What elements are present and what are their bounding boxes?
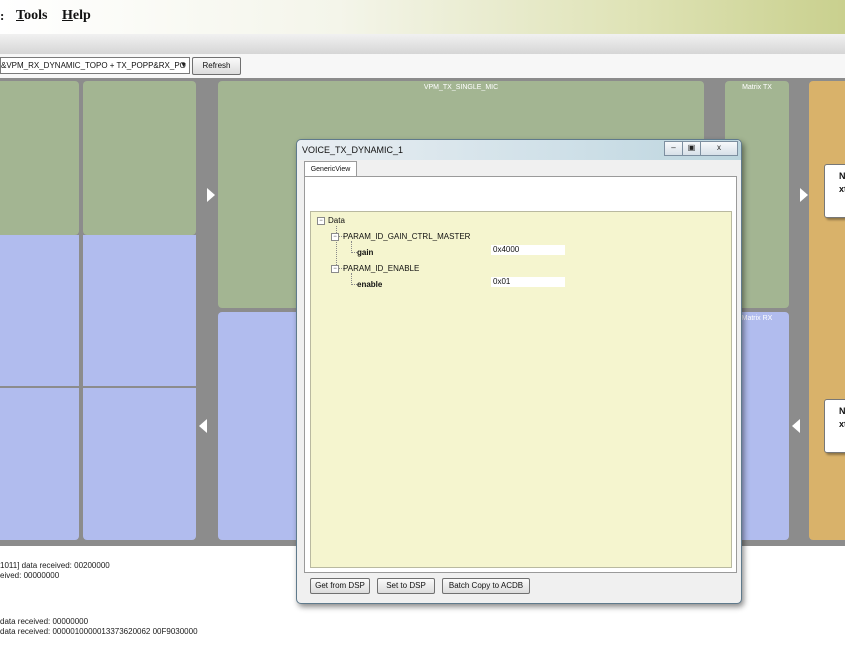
module-block-blue-3[interactable] bbox=[83, 235, 196, 386]
log-output: 1011] data received: 00200000 eived: 000… bbox=[0, 548, 300, 653]
tree-leaf-enable[interactable]: enable bbox=[357, 280, 382, 289]
log-line: eived: 00000000 bbox=[0, 571, 60, 580]
endpoint-tx[interactable]: N xt bbox=[824, 164, 845, 218]
menu-tools-accel: T bbox=[16, 8, 25, 23]
close-icon[interactable]: x bbox=[700, 141, 738, 156]
minimize-icon[interactable]: – bbox=[664, 141, 683, 156]
dialog-titlebar[interactable]: VOICE_TX_DYNAMIC_1 – ▣ x bbox=[297, 140, 741, 160]
menu-fragment: : bbox=[0, 8, 5, 23]
arrow-right-icon bbox=[207, 188, 215, 202]
collapse-icon[interactable]: − bbox=[317, 217, 325, 225]
module-block-blue-1[interactable] bbox=[0, 235, 79, 386]
module-block-blue-2[interactable] bbox=[0, 388, 79, 540]
set-to-dsp-button[interactable]: Set to DSP bbox=[377, 578, 435, 594]
endpoint-rx[interactable]: N xt bbox=[824, 399, 845, 453]
gain-value: 0x4000 bbox=[493, 245, 520, 254]
tab-genericview[interactable]: GenericView bbox=[304, 161, 357, 177]
tab-panel: − Data − PARAM_ID_GAIN_CTRL_MASTER gain … bbox=[304, 176, 737, 573]
tree-node-param-enable[interactable]: PARAM_ID_ENABLE bbox=[343, 264, 419, 273]
log-line: data received: 00000000 bbox=[0, 617, 89, 626]
arrow-left-icon bbox=[792, 419, 800, 433]
endpoint-tx-label: N bbox=[839, 171, 845, 181]
log-line: 1011] data received: 00200000 bbox=[0, 561, 110, 570]
tree-leaf-gain[interactable]: gain bbox=[357, 248, 373, 257]
module-block-green-2[interactable] bbox=[83, 81, 196, 235]
topology-select[interactable]: &VPM_RX_DYNAMIC_TOPO + TX_POPP&RX_PO ▼ bbox=[0, 57, 190, 74]
endpoint-tx-sublabel: xt bbox=[839, 184, 845, 194]
vpm-tx-single-mic-title: VPM_TX_SINGLE_MIC bbox=[423, 84, 499, 91]
collapse-icon[interactable]: − bbox=[331, 265, 339, 273]
arrow-left-icon bbox=[199, 419, 207, 433]
ribbon-band bbox=[0, 34, 845, 54]
dialog-title: VOICE_TX_DYNAMIC_1 bbox=[302, 145, 404, 155]
collapse-icon[interactable]: − bbox=[331, 233, 339, 241]
tree-node-param-gain[interactable]: PARAM_ID_GAIN_CTRL_MASTER bbox=[343, 232, 470, 241]
menu-bar: : Tools Help bbox=[0, 0, 845, 34]
param-tree: − Data − PARAM_ID_GAIN_CTRL_MASTER gain … bbox=[310, 211, 732, 568]
menu-help-accel: H bbox=[62, 8, 73, 23]
endpoint-rx-sublabel: xt bbox=[839, 419, 845, 429]
batch-copy-to-acdb-button[interactable]: Batch Copy to ACDB bbox=[442, 578, 530, 594]
topology-select-value: &VPM_RX_DYNAMIC_TOPO + TX_POPP&RX_PO bbox=[1, 61, 186, 70]
tree-node-data[interactable]: Data bbox=[328, 216, 345, 225]
menu-help[interactable]: Help bbox=[62, 8, 91, 24]
get-from-dsp-button[interactable]: Get from DSP bbox=[310, 578, 370, 594]
chevron-down-icon[interactable]: ▼ bbox=[180, 58, 187, 73]
restore-icon[interactable]: ▣ bbox=[682, 141, 701, 156]
log-line: data received: 0000010000013373620062 00… bbox=[0, 627, 198, 636]
menu-tools[interactable]: Tools bbox=[16, 8, 47, 24]
module-block-green-1[interactable] bbox=[0, 81, 79, 235]
module-block-blue-4[interactable] bbox=[83, 388, 196, 540]
endpoint-rx-label: N bbox=[839, 406, 845, 416]
arrow-right-icon bbox=[800, 188, 808, 202]
matrix-tx-title: Matrix TX bbox=[742, 84, 772, 91]
menu-help-label: elp bbox=[72, 8, 91, 23]
enable-value: 0x01 bbox=[493, 277, 511, 286]
refresh-button[interactable]: Refresh bbox=[192, 57, 241, 75]
param-dialog: VOICE_TX_DYNAMIC_1 – ▣ x GenericView − D… bbox=[296, 139, 742, 604]
menu-tools-label: ools bbox=[24, 8, 48, 23]
device-column-block[interactable] bbox=[809, 81, 845, 540]
